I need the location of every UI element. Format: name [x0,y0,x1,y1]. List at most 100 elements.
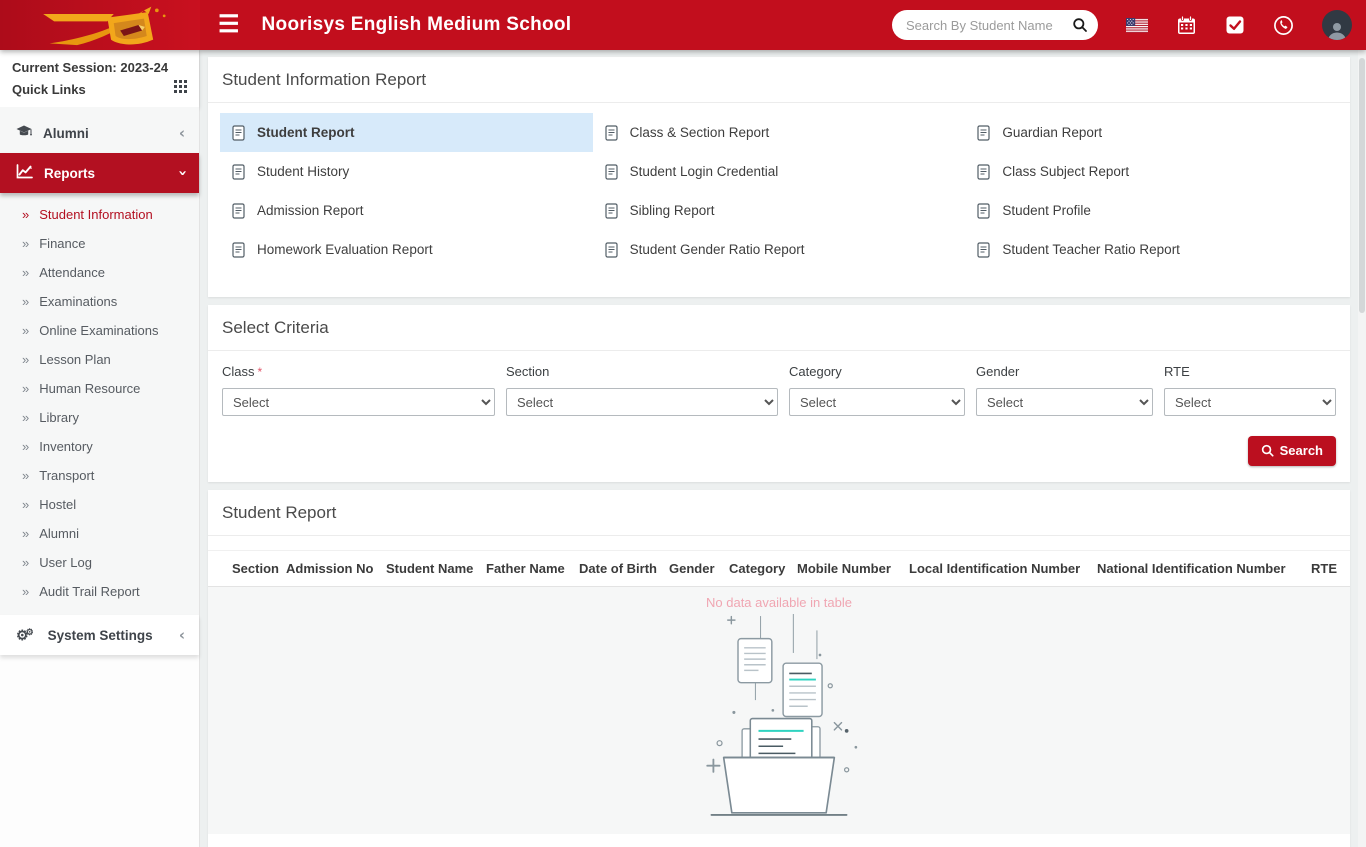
quick-links-label: Quick Links [12,82,86,97]
gender-select[interactable]: Select [976,388,1153,416]
header-actions [892,10,1352,40]
school-title: Noorisys English Medium School [262,14,572,36]
header-bar: ☰ Noorisys English Medium School [200,0,1366,50]
scrollbar-thumb[interactable] [1359,58,1365,313]
section-select[interactable]: Select [506,388,778,416]
panel-title: Student Information Report [208,57,1350,103]
search-icon[interactable] [1072,17,1088,33]
grid-icon [174,80,187,98]
column-header[interactable]: Date of Birth [579,561,669,576]
double-angle-icon: » [22,526,29,541]
class-field: Class* Select [222,364,495,416]
sidebar-item-system-settings[interactable]: ⚙⚙ System Settings ‹ [0,615,199,655]
section-field: Section Select [506,364,778,416]
logo-graphic [25,3,175,47]
no-data-message: No data available in table [208,593,1350,614]
report-link-student-report[interactable]: Student Report [220,113,593,152]
column-header[interactable]: Mobile Number [797,561,909,576]
school-logo[interactable] [0,0,200,50]
quick-links[interactable]: Quick Links [12,80,187,98]
search-button[interactable]: Search [1248,436,1336,466]
report-link-student-history[interactable]: Student History [220,152,593,191]
whatsapp-icon[interactable] [1273,15,1294,36]
task-check-icon[interactable] [1225,15,1245,35]
submenu-item-inventory[interactable]: »Inventory [0,432,199,461]
file-icon [232,203,245,219]
submenu-item-transport[interactable]: »Transport [0,461,199,490]
user-avatar[interactable] [1322,10,1352,40]
search-input[interactable] [906,18,1072,33]
sidebar-item-label: Alumni [43,126,89,141]
double-angle-icon: » [22,381,29,396]
file-icon [605,164,618,180]
file-icon [232,242,245,258]
report-link-student-profile[interactable]: Student Profile [965,191,1338,230]
rte-label: RTE [1164,364,1336,379]
calendar-icon[interactable] [1176,15,1197,36]
column-header[interactable]: RTE [1311,561,1343,576]
double-angle-icon: » [22,352,29,367]
sidebar-item-alumni[interactable]: Alumni ‹ [0,113,199,153]
chevron-down-icon: ‹ [173,170,191,176]
double-angle-icon: » [22,584,29,599]
file-icon [605,242,618,258]
column-header[interactable]: Gender [669,561,729,576]
report-links-grid: Student Report Class & Section Report Gu… [208,103,1350,297]
submenu-item-human-resource[interactable]: »Human Resource [0,374,199,403]
submenu-item-user-log[interactable]: »User Log [0,548,199,577]
column-header[interactable]: Admission No [286,561,386,576]
column-header[interactable]: Local Identification Number [909,561,1097,576]
submenu-item-alumni[interactable]: »Alumni [0,519,199,548]
submenu-item-attendance[interactable]: »Attendance [0,258,199,287]
class-label: Class [222,364,255,379]
table-header-row: Section Admission No Student Name Father… [208,550,1350,587]
report-link-admission-report[interactable]: Admission Report [220,191,593,230]
submenu-item-library[interactable]: »Library [0,403,199,432]
panel-title: Student Report [208,490,1350,536]
sidebar-item-label: Reports [44,166,95,181]
gender-field: Gender Select [976,364,1153,416]
double-angle-icon: » [22,236,29,251]
column-header[interactable]: Category [729,561,797,576]
menu-icon[interactable]: ☰ [218,13,240,37]
submenu-item-finance[interactable]: »Finance [0,229,199,258]
report-link-guardian-report[interactable]: Guardian Report [965,113,1338,152]
category-select[interactable]: Select [789,388,965,416]
column-header[interactable]: National Identification Number [1097,561,1311,576]
required-mark: * [258,365,263,379]
session-card: Current Session: 2023-24 Quick Links [0,50,199,107]
submenu-item-student-information[interactable]: »Student Information [0,200,199,229]
submenu-item-online-examinations[interactable]: »Online Examinations [0,316,199,345]
select-criteria-panel: Select Criteria Class* Select Section Se… [208,305,1350,482]
empty-folder-illustration [694,614,864,819]
chart-line-icon [16,164,33,182]
reports-submenu: »Student Information »Finance »Attendanc… [0,193,199,615]
column-header[interactable]: Student Name [386,561,486,576]
chevron-left-icon: ‹ [179,626,185,644]
submenu-item-audit-trail-report[interactable]: »Audit Trail Report [0,577,199,606]
double-angle-icon: » [22,468,29,483]
submenu-item-hostel[interactable]: »Hostel [0,490,199,519]
column-header[interactable]: Section [232,561,286,576]
main-content: Student Information Report Student Repor… [200,50,1358,847]
double-angle-icon: » [22,294,29,309]
report-link-homework-evaluation-report[interactable]: Homework Evaluation Report [220,230,593,269]
language-flag-icon[interactable] [1126,18,1148,33]
sidebar-item-reports[interactable]: Reports ‹ [0,153,199,193]
category-field: Category Select [789,364,965,416]
rte-select[interactable]: Select [1164,388,1336,416]
report-link-class-section-report[interactable]: Class & Section Report [593,113,966,152]
report-link-student-login-credential[interactable]: Student Login Credential [593,152,966,191]
vertical-scrollbar[interactable] [1358,50,1366,847]
submenu-item-lesson-plan[interactable]: »Lesson Plan [0,345,199,374]
report-link-student-teacher-ratio-report[interactable]: Student Teacher Ratio Report [965,230,1338,269]
chevron-left-icon: ‹ [179,124,185,142]
report-link-student-gender-ratio-report[interactable]: Student Gender Ratio Report [593,230,966,269]
class-select[interactable]: Select [222,388,495,416]
report-link-sibling-report[interactable]: Sibling Report [593,191,966,230]
column-header[interactable]: Father Name [486,561,579,576]
double-angle-icon: » [22,323,29,338]
report-link-class-subject-report[interactable]: Class Subject Report [965,152,1338,191]
file-icon [977,164,990,180]
submenu-item-examinations[interactable]: »Examinations [0,287,199,316]
